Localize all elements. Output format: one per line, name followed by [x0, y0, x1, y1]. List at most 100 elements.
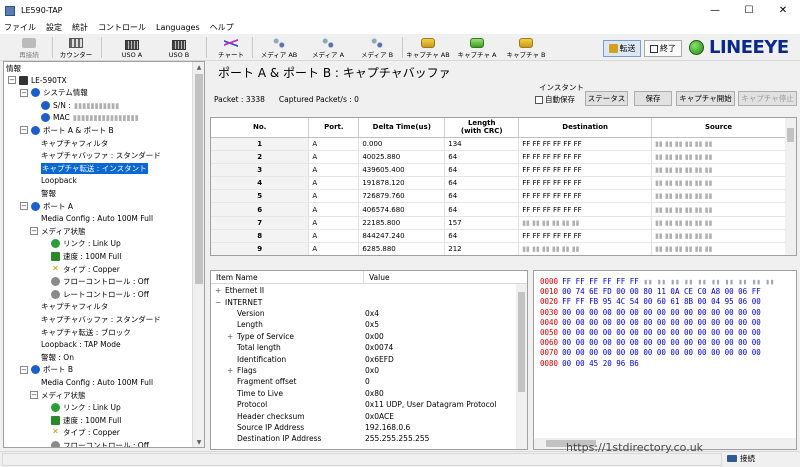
detail-row[interactable]: Destination IP Address 255.255.255.255 — [215, 433, 515, 444]
tree-item[interactable]: Media Config : Auto 100M Full — [30, 376, 153, 388]
capture-start-button[interactable]: キャプチャ開始 — [676, 91, 735, 106]
tree-item[interactable]: フローコントロール : Off — [40, 439, 149, 447]
tree-item[interactable]: − メディア状態 — [30, 389, 85, 401]
tree-item[interactable]: − ポート A — [20, 200, 73, 212]
scroll-thumb[interactable] — [518, 292, 525, 392]
close-button[interactable]: ✕ — [766, 0, 800, 21]
tree-item[interactable]: 警報 : On — [30, 351, 74, 363]
tree-item[interactable]: リンク : Link Up — [40, 402, 121, 414]
table-row[interactable]: 5 A 726879.760 64 FF FF FF FF FF FF ▮▮ ▮▮ ▮▮ … — [211, 189, 786, 204]
detail-row[interactable]: + Ethernet II — [215, 285, 515, 296]
packet-detail-pane[interactable]: Item Name Value + Ethernet II − INTERNET Ver… — [210, 270, 528, 450]
menu-languages[interactable]: Languages — [156, 23, 200, 32]
expander-icon[interactable]: − — [8, 76, 16, 84]
hex-row[interactable]: 0050 00 00 00 00 00 00 00 00 00 00 00 00 … — [540, 328, 761, 338]
table-row[interactable]: 4 A 191878.120 64 FF FF FF FF FF FF ▮▮ ▮▮ ▮▮ … — [211, 176, 786, 191]
tree-item[interactable]: レートコントロール : Off — [40, 288, 149, 300]
detail-row[interactable]: Source IP Address 192.168.0.6 — [215, 422, 515, 433]
hex-row[interactable]: 0030 00 00 00 00 00 00 00 00 00 00 00 00 … — [540, 308, 761, 318]
detail-row[interactable]: Identification 0x6EFD — [215, 353, 515, 364]
tree-item[interactable]: リンク : Link Up — [40, 238, 121, 250]
table-scrollbar[interactable] — [785, 118, 796, 255]
menu-file[interactable]: ファイル — [4, 22, 36, 33]
table-row[interactable]: 2 A 40025.880 64 FF FF FF FF FF FF ▮▮ ▮▮ ▮▮ ▮… — [211, 150, 786, 164]
hex-row[interactable]: 0070 00 00 00 00 00 00 00 00 00 00 00 00 … — [540, 348, 761, 358]
menu-control[interactable]: コントロール — [98, 22, 146, 33]
tree-item[interactable]: S/N : ▮▮▮▮▮▮▮▮▮▮▮ — [30, 99, 119, 111]
tree-item[interactable]: フローコントロール : Off — [40, 276, 149, 288]
table-row[interactable]: 1 A 0.000 134 FF FF FF FF FF FF ▮▮ ▮▮ ▮▮ ▮▮ ▮… — [211, 137, 786, 151]
tree-item[interactable]: Media Config : Auto 100M Full — [30, 213, 153, 225]
tree-item[interactable]: 速度 : 100M Full — [40, 250, 121, 262]
hex-row[interactable]: 0060 00 00 00 00 00 00 00 00 00 00 00 00 … — [540, 338, 761, 348]
detail-row[interactable]: + Flags 0x0 — [215, 365, 515, 376]
expander-icon[interactable]: + — [227, 332, 237, 341]
hex-dump-pane[interactable]: 0000 FF FF FF FF FF FF ▮▮ ▮▮ ▮▮ ▮▮ ▮▮ ▮▮ … — [533, 270, 797, 450]
expander-icon[interactable]: + — [227, 366, 237, 375]
chart-button[interactable]: チャート — [213, 36, 249, 59]
detail-row[interactable]: − INTERNET — [215, 296, 515, 307]
tree-scrollbar[interactable]: ▲ ▼ — [192, 62, 204, 447]
hex-row[interactable]: 0040 00 00 00 00 00 00 00 00 00 00 00 00 … — [540, 318, 761, 328]
tree-item[interactable]: − システム情報 — [20, 87, 88, 99]
tree-item[interactable]: Loopback — [30, 175, 77, 187]
tree-item[interactable]: キャプチャフィルタ — [30, 301, 108, 313]
expander-icon[interactable]: − — [20, 126, 28, 135]
menu-statistics[interactable]: 統計 — [72, 22, 88, 33]
scroll-down-icon[interactable]: ▼ — [193, 437, 204, 447]
capture-b-button[interactable]: キャプチャ B — [503, 36, 549, 59]
save-button[interactable]: 保存 — [634, 91, 672, 106]
col-port[interactable]: Port. — [308, 118, 360, 138]
col-length[interactable]: Length (with CRC) — [444, 118, 520, 138]
scroll-thumb[interactable] — [787, 128, 794, 142]
col-destination[interactable]: Destination — [518, 118, 653, 138]
tree-item[interactable]: Loopback : TAP Mode — [30, 339, 121, 351]
tree-item[interactable]: キャプチャバッファ : スタンダード — [30, 313, 161, 325]
detail-row[interactable]: Total length 0x0074 — [215, 342, 515, 353]
uso-a-button[interactable]: USO A — [112, 36, 152, 59]
tree-item[interactable]: キャプチャ転送 : インスタント — [30, 162, 148, 174]
hex-row[interactable]: 0080 00 00 45 20 96 B6 — [540, 359, 639, 369]
info-tree-panel[interactable]: 情報 − LE-590TX − システム情報 S/N : ▮▮▮▮▮▮▮▮▮▮▮ MAC ▮▮… — [3, 61, 205, 448]
expander-icon[interactable]: + — [215, 286, 225, 295]
table-row[interactable]: 8 A 844247.240 64 FF FF FF FF FF FF ▮▮ ▮▮ ▮▮ … — [211, 229, 786, 244]
expander-icon[interactable]: − — [215, 298, 225, 307]
table-row[interactable]: 9 A 6285.880 212 ▮▮ ▮▮ ▮▮ ▮▮ ▮▮ ▮▮ ▮▮ ▮▮ ▮▮ ▮… — [211, 242, 786, 255]
hex-row[interactable]: 0010 00 74 6E FD 00 00 80 11 0A CE C0 A8 … — [540, 287, 761, 297]
detail-row[interactable]: Protocol 0x11 UDP, User Datagram Protocol — [215, 399, 515, 410]
hex-row[interactable]: 0000 FF FF FF FF FF FF ▮▮ ▮▮ ▮▮ ▮▮ ▮▮ ▮▮ … — [540, 277, 774, 287]
capture-a-button[interactable]: キャプチャ A — [454, 36, 500, 59]
packet-table[interactable]: No. Port. Delta Time(us) Length (with CR… — [210, 117, 797, 256]
tree-item[interactable]: − メディア状態 — [30, 225, 85, 237]
detail-scrollbar[interactable] — [516, 284, 527, 449]
tree-item[interactable]: 速度 : 100M Full — [40, 414, 121, 426]
autosave-checkbox[interactable]: 自動保存 — [535, 94, 575, 105]
status-button[interactable]: ステータス — [585, 91, 628, 106]
media-b-button[interactable]: メディア B — [355, 36, 399, 59]
tree-item[interactable]: 警報 — [30, 187, 56, 199]
expander-icon[interactable]: − — [20, 202, 28, 210]
reconnect-button[interactable]: 再接続 — [10, 36, 48, 59]
maximize-button[interactable]: ☐ — [732, 0, 766, 21]
detail-row[interactable]: Length 0x5 — [215, 319, 515, 330]
minimize-button[interactable]: — — [698, 0, 732, 21]
tree-item[interactable]: − ポート A & ポート B — [20, 124, 114, 136]
tree-item[interactable]: MAC ▮▮▮▮▮▮▮▮▮▮▮▮▮▮▮▮ — [30, 112, 139, 124]
capture-ab-button[interactable]: キャプチャ AB — [405, 36, 451, 59]
menu-settings[interactable]: 設定 — [46, 22, 62, 33]
tree-item[interactable]: キャプチャフィルタ — [30, 137, 108, 149]
menu-help[interactable]: ヘルプ — [210, 22, 234, 33]
transfer-button[interactable]: 転送 — [603, 40, 641, 57]
table-row[interactable]: 7 A 22185.800 157 ▮▮ ▮▮ ▮▮ ▮▮ ▮▮ ▮▮ ▮▮ ▮▮ ▮▮ … — [211, 216, 786, 230]
table-row[interactable]: 6 A 406574.680 64 FF FF FF FF FF FF ▮▮ ▮▮ ▮▮ … — [211, 202, 786, 217]
expander-icon[interactable]: − — [20, 365, 28, 374]
media-ab-button[interactable]: メディア AB — [257, 36, 301, 59]
tree-item[interactable]: ✕ タイプ : Copper — [40, 427, 120, 439]
col-source[interactable]: Source — [651, 118, 786, 138]
tree-item[interactable]: − ポート B — [20, 364, 73, 376]
tree-item[interactable]: − LE-590TX — [8, 74, 67, 86]
table-row[interactable]: 3 A 439605.400 64 FF FF FF FF FF FF ▮▮ ▮▮ ▮▮ … — [211, 163, 786, 178]
scroll-thumb[interactable] — [195, 74, 203, 284]
detail-row[interactable]: Version 0x4 — [215, 308, 515, 319]
uso-b-button[interactable]: USO B — [159, 36, 199, 59]
